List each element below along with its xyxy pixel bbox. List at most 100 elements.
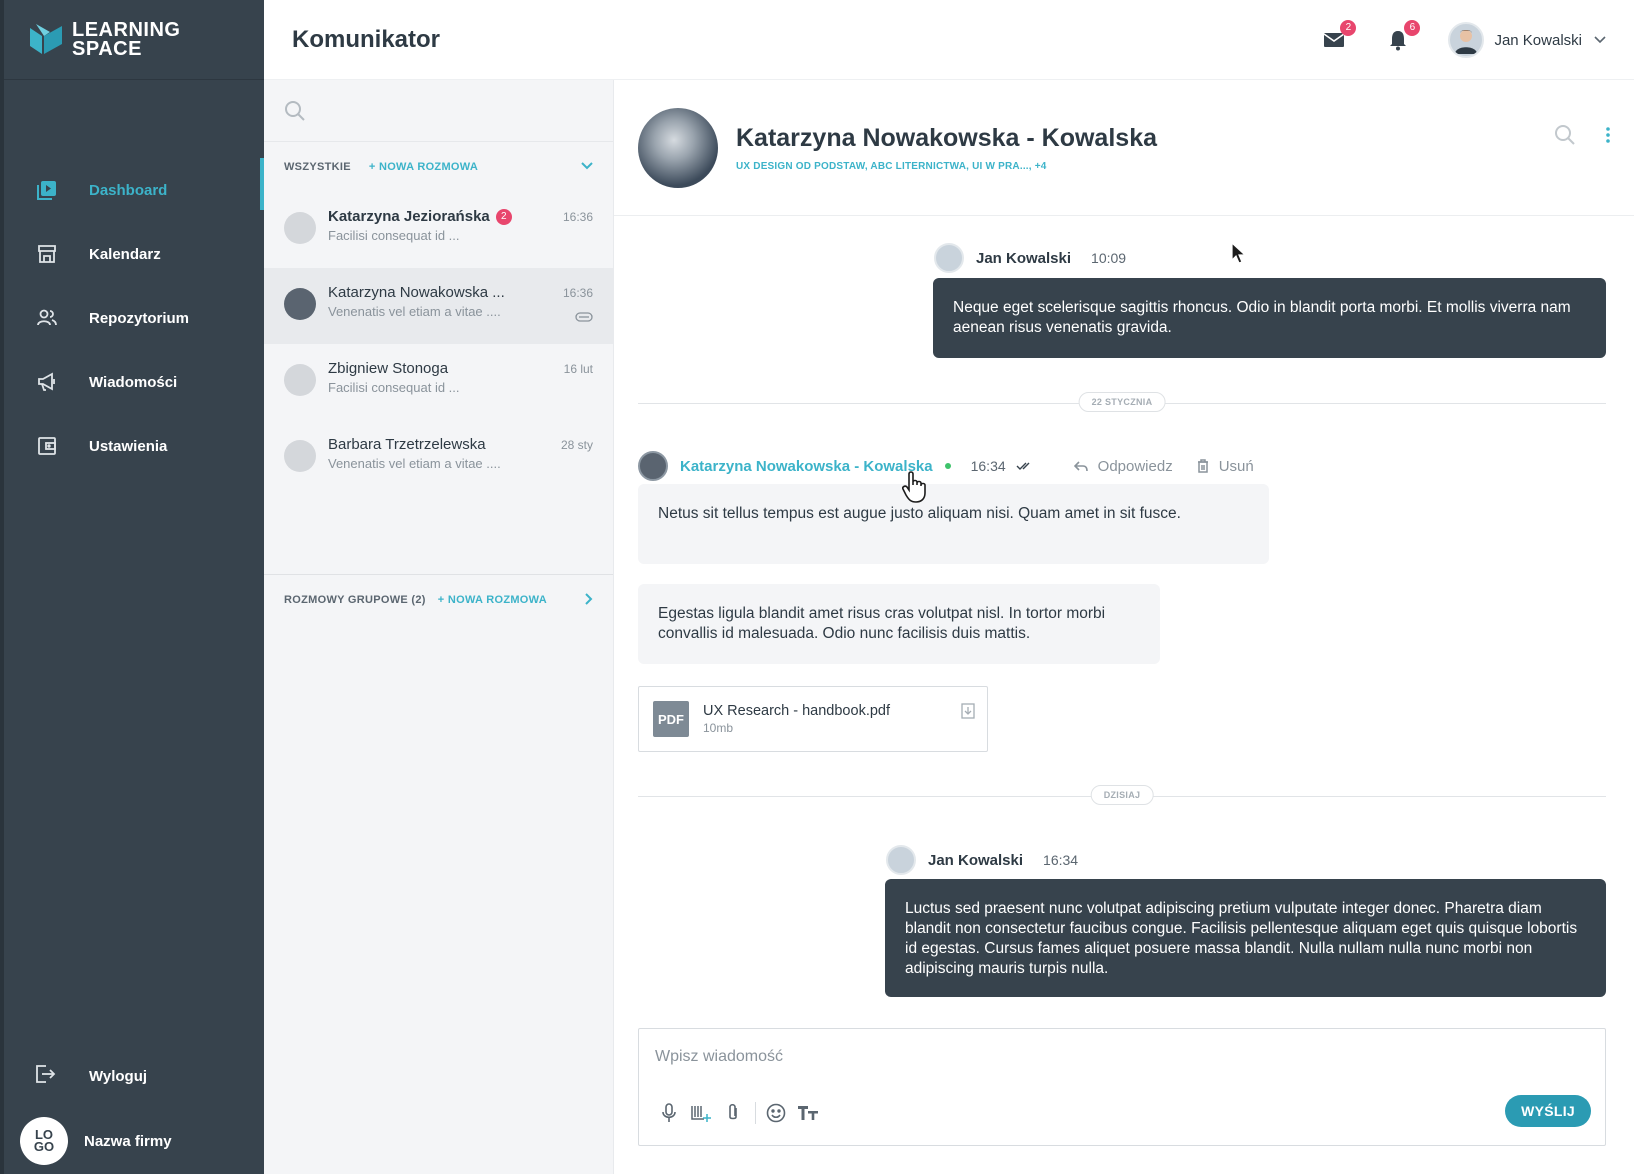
text-format-button[interactable] (796, 1101, 820, 1125)
date-divider: 22 STYCZNIA (638, 392, 1606, 412)
nav-label: Repozytorium (89, 309, 190, 327)
company-switcher[interactable]: LO GO Nazwa firmy (4, 1108, 264, 1174)
more-vertical-icon[interactable] (1606, 127, 1610, 143)
chevron-down-icon (581, 162, 593, 170)
play-square-icon (34, 177, 60, 203)
hand-cursor-icon (902, 471, 926, 503)
read-check-icon (1016, 462, 1030, 470)
mail-badge: 2 (1340, 20, 1357, 36)
contact-name: Zbigniew Stonoga (328, 360, 449, 377)
logout-label: Wyloguj (89, 1067, 148, 1085)
company-logo: LO GO (20, 1117, 68, 1165)
chevron-down-icon (1594, 36, 1606, 44)
microphone-button[interactable] (657, 1101, 681, 1125)
text-format-icon (798, 1106, 818, 1120)
nav-label: Dashboard (89, 181, 168, 199)
top-bar: Komunikator 2 6 Jan Kowalski (264, 0, 1634, 80)
message-meta: Jan Kowalski 10:09 (934, 243, 1126, 273)
message-time: 10:09 (1091, 250, 1127, 266)
message-time: 16:34 (1043, 852, 1079, 868)
main-nav: Dashboard Kalendarz Repozytorium Wiadomo… (4, 158, 264, 478)
search-icon (285, 100, 305, 121)
store-icon (34, 241, 60, 267)
company-name: Nazwa firmy (84, 1132, 172, 1150)
date-divider-label: 22 STYCZNIA (1078, 392, 1166, 412)
nav-item-ustawienia[interactable]: Ustawienia (4, 414, 264, 478)
logout-button[interactable]: Wyloguj (4, 1044, 264, 1108)
notifications-badge: 6 (1404, 20, 1421, 36)
peer-courses[interactable]: UX DESIGN OD PODSTAW, ABC LITERNICTWA, U… (736, 161, 1157, 172)
chat-actions (1554, 124, 1610, 146)
new-conversation-link[interactable]: + NOWA ROZMOWA (369, 161, 478, 173)
nav-item-kalendarz[interactable]: Kalendarz (4, 222, 264, 286)
message-composer: WYŚLIJ (638, 1028, 1606, 1146)
notifications-button[interactable]: 6 (1384, 20, 1421, 54)
message-bubble: Netus sit tellus tempus est augue justo … (638, 484, 1269, 564)
reply-button[interactable]: Odpowiedz (1073, 458, 1173, 475)
conversation-item-active[interactable]: Katarzyna Nowakowska ... Venenatis vel e… (264, 268, 613, 344)
pdf-icon: PDF (653, 701, 689, 737)
file-attachment[interactable]: PDF UX Research - handbook.pdf 10mb (638, 686, 988, 752)
page-title: Komunikator (292, 25, 441, 53)
wallet-icon (34, 433, 60, 459)
trash-icon (1197, 459, 1208, 473)
all-conversations-header: WSZYSTKIE + NOWA ROZMOWA (264, 142, 613, 192)
add-media-icon (691, 1106, 711, 1122)
contact-name: Katarzyna Jeziorańska 2 (328, 208, 555, 225)
unread-badge: 2 (495, 208, 512, 225)
sidebar: LEARNING SPACE Dashboard Kalendarz Repoz… (0, 0, 264, 1174)
new-group-conversation-link[interactable]: + NOWA ROZMOWA (438, 594, 547, 606)
nav-item-wiadomosci[interactable]: Wiadomości (4, 350, 264, 414)
contact-avatar (284, 440, 316, 472)
expand-toggle[interactable] (585, 592, 593, 608)
message-bubble: Luctus sed praesent nunc volutpat adipis… (885, 879, 1606, 997)
message-snippet: Facilisi consequat id ... (328, 228, 460, 243)
author-avatar (638, 451, 668, 481)
pointer-cursor-icon (1231, 242, 1247, 264)
attach-button[interactable] (721, 1101, 745, 1125)
conversation-search[interactable] (264, 80, 613, 142)
reply-icon (1073, 461, 1088, 472)
download-icon[interactable] (961, 703, 975, 719)
file-name: UX Research - handbook.pdf (703, 703, 890, 719)
author-name: Jan Kowalski (928, 851, 1024, 869)
nav-item-dashboard[interactable]: Dashboard (4, 158, 264, 222)
group-conversations-header: ROZMOWY GRUPOWE (2) + NOWA ROZMOWA (264, 575, 613, 625)
message-input[interactable] (639, 1029, 1605, 1085)
nav-item-repozytorium[interactable]: Repozytorium (4, 286, 264, 350)
message-time: 16:34 (970, 458, 1006, 474)
sidebar-footer: Wyloguj LO GO Nazwa firmy (4, 1044, 264, 1174)
nav-label: Wiadomości (89, 373, 178, 391)
file-size: 10mb (703, 721, 734, 735)
conversation-item[interactable]: Barbara Trzetrzelewska Venenatis vel eti… (264, 420, 613, 496)
send-button[interactable]: WYŚLIJ (1505, 1095, 1591, 1127)
mail-button[interactable]: 2 (1320, 20, 1357, 54)
emoji-button[interactable] (764, 1101, 788, 1125)
collapse-toggle[interactable] (581, 161, 593, 173)
user-name: Jan Kowalski (1494, 31, 1582, 49)
brand-logo[interactable]: LEARNING SPACE (4, 0, 264, 80)
peer-avatar (638, 107, 718, 188)
message-snippet: Venenatis vel etiam a vitae .... (328, 304, 501, 319)
user-menu[interactable]: Jan Kowalski (1448, 22, 1606, 58)
conversation-item[interactable]: Zbigniew Stonoga Facilisi consequat id .… (264, 344, 613, 420)
logout-icon (34, 1063, 60, 1089)
conversation-list: WSZYSTKIE + NOWA ROZMOWA Katarzyna Jezio… (264, 80, 614, 1174)
contact-name: Katarzyna Nowakowska ... (328, 284, 505, 301)
chat-panel: Katarzyna Nowakowska - Kowalska UX DESIG… (614, 80, 1634, 1174)
delete-button[interactable]: Usuń (1197, 458, 1254, 475)
message-time: 16 lut (563, 362, 593, 376)
message-meta: Katarzyna Nowakowska - Kowalska 16:34 Od… (638, 451, 1254, 481)
add-media-button[interactable] (689, 1101, 713, 1125)
contact-avatar (284, 288, 316, 320)
conversation-item[interactable]: Katarzyna Jeziorańska 2 Facilisi consequ… (264, 192, 613, 268)
search-icon[interactable] (1554, 124, 1576, 146)
contact-name: Barbara Trzetrzelewska (328, 436, 486, 453)
microphone-icon (662, 1103, 676, 1122)
message-snippet: Facilisi consequat id ... (328, 380, 460, 395)
brand-mark-icon (30, 23, 62, 54)
users-icon (34, 305, 60, 331)
date-divider: DZISIAJ (638, 785, 1606, 805)
author-name[interactable]: Katarzyna Nowakowska - Kowalska (680, 458, 933, 475)
user-avatar (1448, 22, 1485, 58)
